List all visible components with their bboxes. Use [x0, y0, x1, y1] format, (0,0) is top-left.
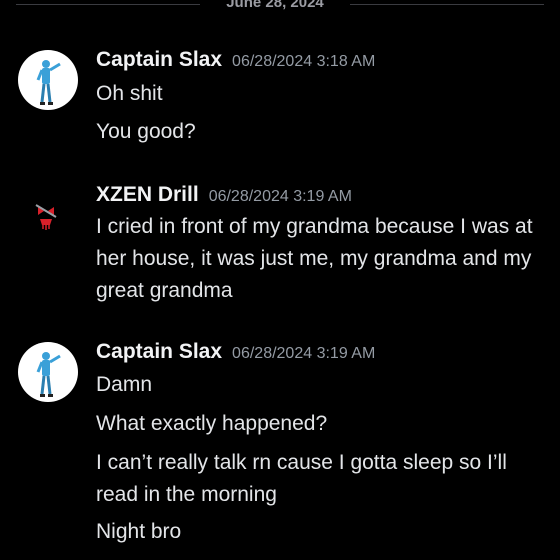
astronaut-avatar-icon [36, 352, 61, 397]
username[interactable]: Captain Slax [96, 48, 222, 71]
date-divider: June 28, 2024 [0, 0, 560, 14]
avatar[interactable] [18, 50, 78, 110]
divider-line-left [16, 4, 200, 5]
message-text: Night bro [96, 520, 182, 543]
username[interactable]: XZEN Drill [96, 183, 199, 206]
timestamp: 06/28/2024 3:19 AM [208, 188, 352, 205]
message-header: XZEN Drill 06/28/2024 3:19 AM [96, 183, 352, 207]
username[interactable]: Captain Slax [96, 340, 222, 363]
divider-line-right [350, 4, 544, 5]
message-group-captain-slax-2: Captain Slax 06/28/2024 3:19 AM Damn What… [0, 340, 560, 560]
message-text: What exactly happened? [96, 412, 328, 435]
message-header: Captain Slax 06/28/2024 3:19 AM [96, 340, 375, 364]
astronaut-avatar-icon [36, 60, 61, 105]
message-text: Damn [96, 373, 153, 396]
message-text: I can’t really talk rn cause I gotta sle… [96, 451, 507, 506]
date-divider-label: June 28, 2024 [226, 0, 324, 11]
red-skull-avatar-icon [35, 204, 57, 230]
timestamp: 06/28/2024 3:19 AM [232, 345, 376, 362]
avatar[interactable] [18, 342, 78, 402]
message-text: You good? [96, 120, 196, 143]
message-text: Oh shit [96, 82, 163, 105]
message-text: I cried in front of my grandma because I… [96, 215, 533, 302]
message-group-xzen-drill: XZEN Drill 06/28/2024 3:19 AM I cried in … [0, 183, 560, 313]
avatar[interactable] [18, 185, 78, 245]
timestamp: 06/28/2024 3:18 AM [232, 53, 376, 70]
message-group-captain-slax-1: Captain Slax 06/28/2024 3:18 AM Oh shit Y… [0, 48, 560, 148]
message-header: Captain Slax 06/28/2024 3:18 AM [96, 48, 375, 72]
